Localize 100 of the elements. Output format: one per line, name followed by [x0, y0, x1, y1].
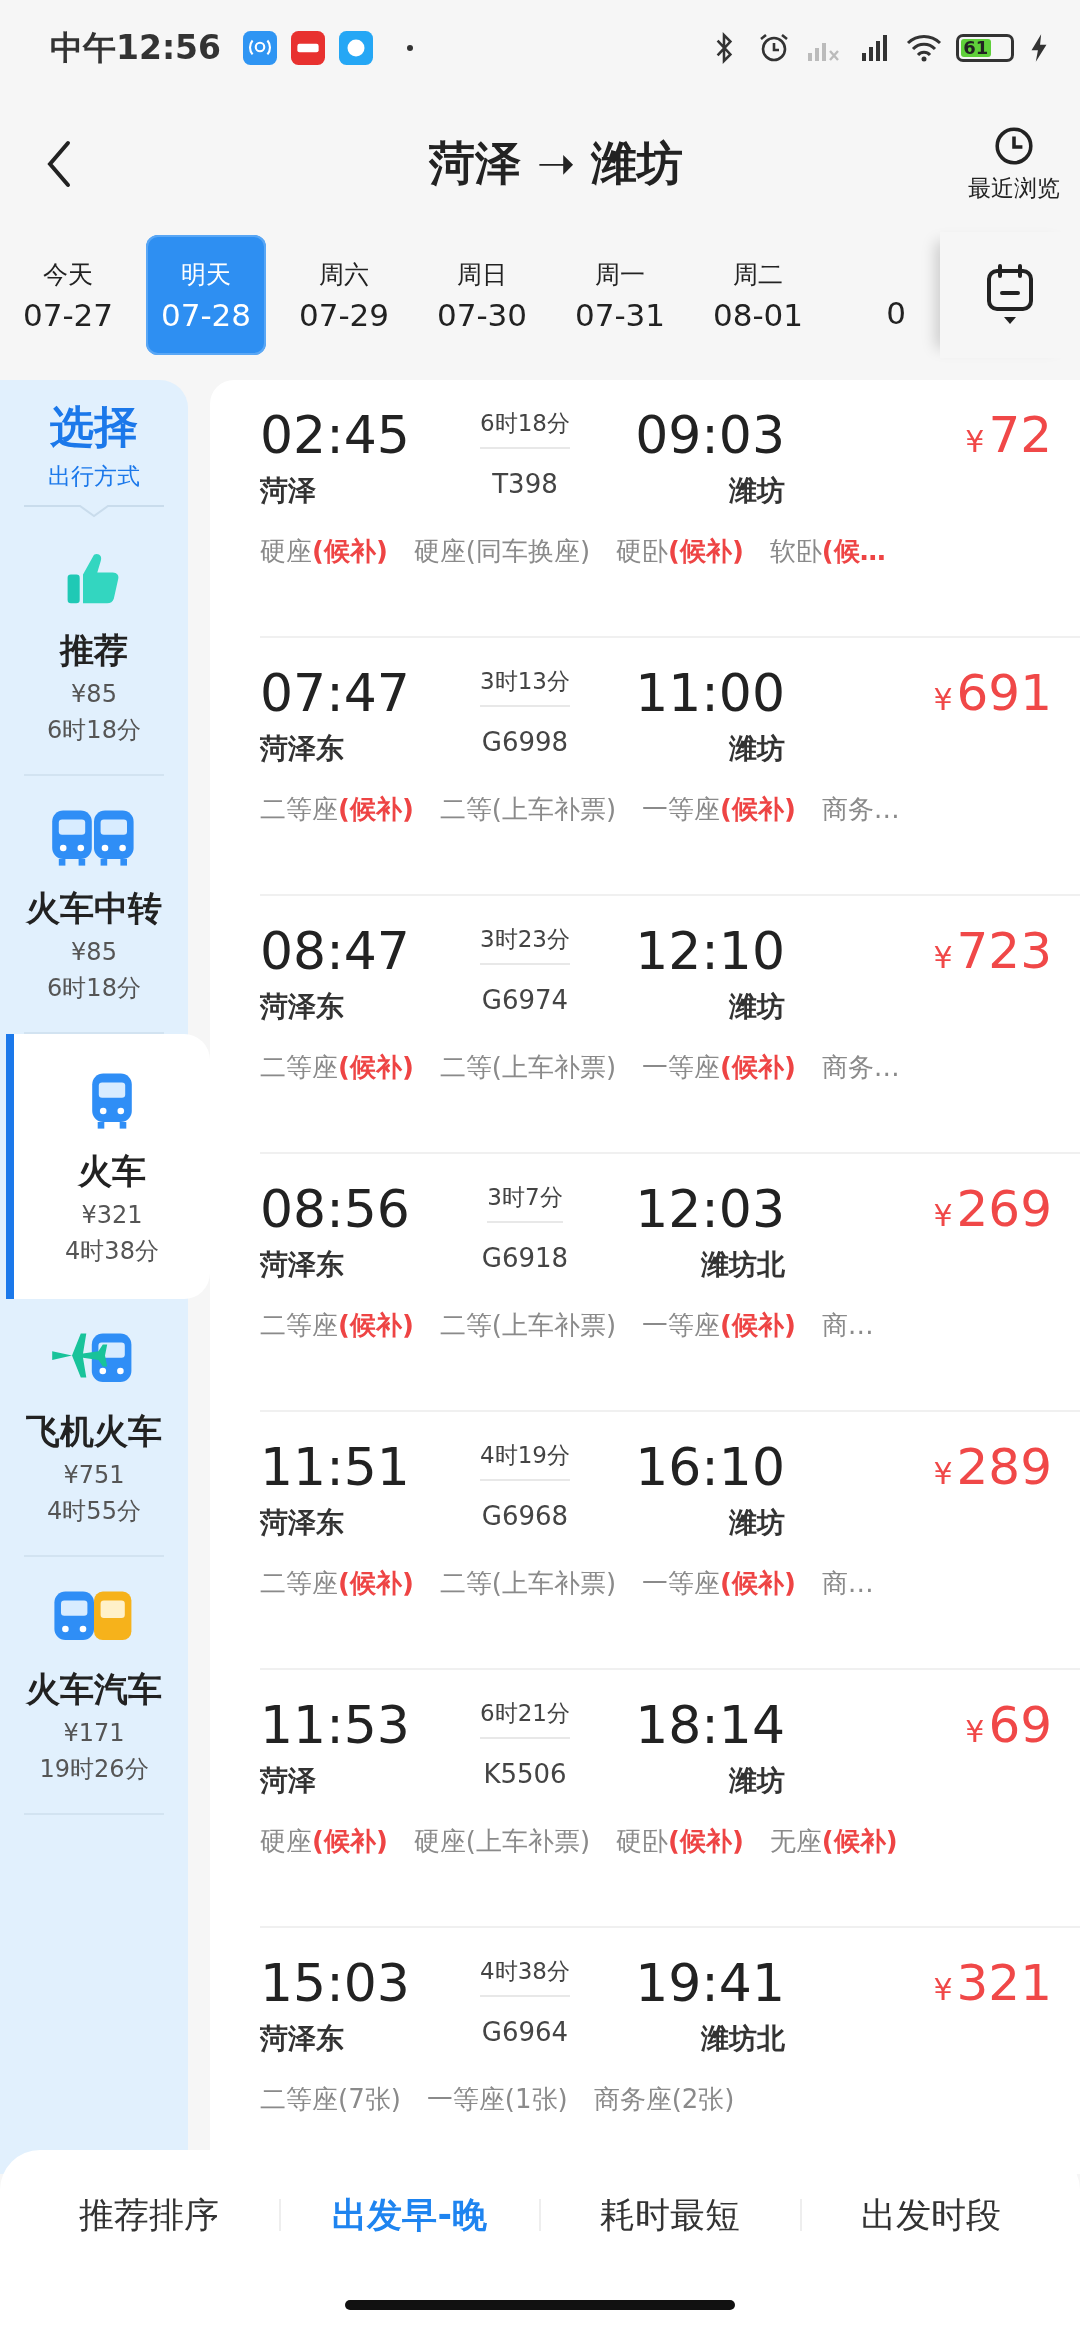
date-tab[interactable]: 周日 07-30	[422, 235, 542, 355]
depart-station: 菏泽东	[260, 1505, 345, 1541]
depart-station: 菏泽	[260, 473, 317, 509]
seat-availability: 软卧(候…	[769, 535, 886, 568]
ticket-price: ¥321	[932, 1953, 1052, 2014]
mode-name: 飞机火车	[26, 1410, 162, 1453]
date-tab[interactable]: 今天 07-27	[8, 235, 128, 355]
sidebar-title: 选择	[50, 400, 138, 454]
arrive-station: 潍坊	[729, 1763, 785, 1799]
depart-time: 11:51	[260, 1436, 411, 1499]
seat-availability: 商务座(2张)	[593, 2083, 735, 2116]
seat-availability: 硬卧(候补)	[616, 1825, 744, 1858]
ticket-price: ¥69	[964, 1695, 1052, 1756]
mode-item-selected[interactable]: 火车 ¥321 4时38分	[6, 1034, 210, 1299]
seat-availability: 二等(上车补票)	[439, 1309, 617, 1342]
route-title: 菏泽 ➝ 潍坊	[427, 135, 685, 192]
trip-duration: 3时23分	[480, 924, 570, 965]
trip-duration: 4时19分	[480, 1440, 570, 1481]
trip-duration: 6时21分	[480, 1698, 570, 1739]
ticket-price: ¥72	[964, 405, 1052, 466]
seat-availability: 一等座(候补)	[642, 1309, 796, 1342]
seat-availability: 商务…	[821, 1051, 900, 1084]
seat-availability: 硬座(上车补票)	[413, 1825, 591, 1858]
seat-availability: 无座(候补)	[769, 1825, 898, 1858]
app-icon	[339, 31, 374, 65]
depart-station: 菏泽	[260, 1763, 317, 1799]
seat-availability: 二等座(7张)	[260, 2083, 401, 2116]
date-tab[interactable]: 周六 07-29	[284, 235, 404, 355]
mode-price: ¥85	[71, 938, 117, 966]
sort-tab[interactable]: 耗时最短	[541, 2191, 800, 2239]
depart-station: 菏泽东	[260, 989, 345, 1025]
mode-price: ¥171	[63, 1719, 125, 1747]
sort-tab[interactable]: 出发时段	[801, 2191, 1060, 2239]
train-number: G6968	[481, 1501, 569, 1531]
mode-name: 火车	[78, 1149, 146, 1193]
mode-duration: 19时26分	[39, 1754, 149, 1785]
seat-availability: 二等(上车补票)	[439, 1051, 617, 1084]
status-time: 中午12:56	[50, 26, 222, 69]
ticket-price: ¥269	[932, 1179, 1052, 1240]
arrive-station: 潍坊北	[701, 1247, 785, 1283]
mode-price: ¥85	[71, 680, 117, 708]
mode-duration: 6时18分	[47, 715, 141, 746]
mode-item[interactable]: 火车中转 ¥85 6时18分	[24, 776, 164, 1034]
train-number: T398	[492, 469, 558, 499]
arrive-time: 12:03	[635, 1178, 785, 1241]
seat-availability: 二等座(候补)	[260, 1309, 414, 1342]
mode-name: 火车汽车	[26, 1668, 162, 1711]
clock-icon	[993, 124, 1035, 167]
date-tab[interactable]: 0	[836, 235, 940, 355]
arrive-time: 09:03	[635, 404, 785, 467]
seat-availability: 一等座(1张)	[426, 2083, 568, 2116]
train-number: K5506	[483, 1759, 567, 1789]
app-icon	[243, 31, 278, 65]
arrive-station: 潍坊	[729, 989, 785, 1025]
ticket-price: ¥723	[932, 921, 1052, 982]
seat-availability: 一等座(候补)	[642, 1567, 796, 1600]
mode-name: 火车中转	[26, 887, 162, 930]
depart-time: 07:47	[260, 662, 411, 725]
arrive-station: 潍坊	[729, 473, 785, 509]
date-tab[interactable]: 周一 07-31	[560, 235, 680, 355]
depart-time: 15:03	[260, 1952, 411, 2015]
notification-dot	[407, 45, 414, 51]
seat-availability: 硬座(候补)	[260, 1825, 388, 1858]
mode-item[interactable]: 火车汽车 ¥171 19时26分	[24, 1557, 164, 1815]
depart-time: 08:56	[260, 1178, 411, 1241]
ticket-price: ¥289	[932, 1437, 1052, 1498]
arrive-time: 18:14	[635, 1694, 785, 1757]
seat-availability: 硬卧(候补)	[616, 535, 744, 568]
seat-availability: 一等座(候补)	[642, 793, 796, 826]
arrive-time: 19:41	[635, 1952, 785, 2015]
arrive-time: 16:10	[635, 1436, 785, 1499]
mode-item[interactable]: 飞机火车 ¥751 4时55分	[24, 1299, 164, 1557]
mode-duration: 4时38分	[65, 1235, 159, 1267]
recent-button[interactable]: 最近浏览	[968, 124, 1060, 204]
date-tab[interactable]: 周二 08-01	[698, 235, 818, 355]
sort-tab[interactable]: 出发早-晚	[280, 2191, 539, 2239]
depart-station: 菏泽东	[260, 1247, 345, 1283]
battery-level: 61	[961, 39, 991, 57]
seat-availability: 商务…	[821, 793, 900, 826]
arrive-station: 潍坊北	[701, 2021, 785, 2057]
depart-time: 08:47	[260, 920, 411, 983]
mode-price: ¥751	[63, 1461, 125, 1489]
arrive-station: 潍坊	[729, 1505, 785, 1541]
train-number: G6998	[481, 727, 569, 757]
arrive-station: 潍坊	[729, 731, 785, 767]
trip-duration: 6时18分	[480, 408, 570, 449]
seat-availability: 二等座(候补)	[260, 793, 414, 826]
wifi-icon	[906, 32, 942, 64]
mode-item[interactable]: 推荐 ¥85 6时18分	[24, 518, 164, 776]
seat-availability: 商…	[821, 1567, 874, 1600]
mode-name: 推荐	[60, 629, 128, 672]
train-number: G6974	[481, 985, 569, 1015]
depart-station: 菏泽东	[260, 731, 345, 767]
seat-availability: 商…	[821, 1309, 874, 1342]
seat-availability: 二等座(候补)	[260, 1051, 414, 1084]
seat-availability: 一等座(候补)	[642, 1051, 796, 1084]
seat-availability: 硬座(同车换座)	[413, 535, 591, 568]
app-icon	[291, 31, 326, 65]
sort-tab[interactable]: 推荐排序	[20, 2191, 279, 2239]
arrive-time: 12:10	[635, 920, 785, 983]
